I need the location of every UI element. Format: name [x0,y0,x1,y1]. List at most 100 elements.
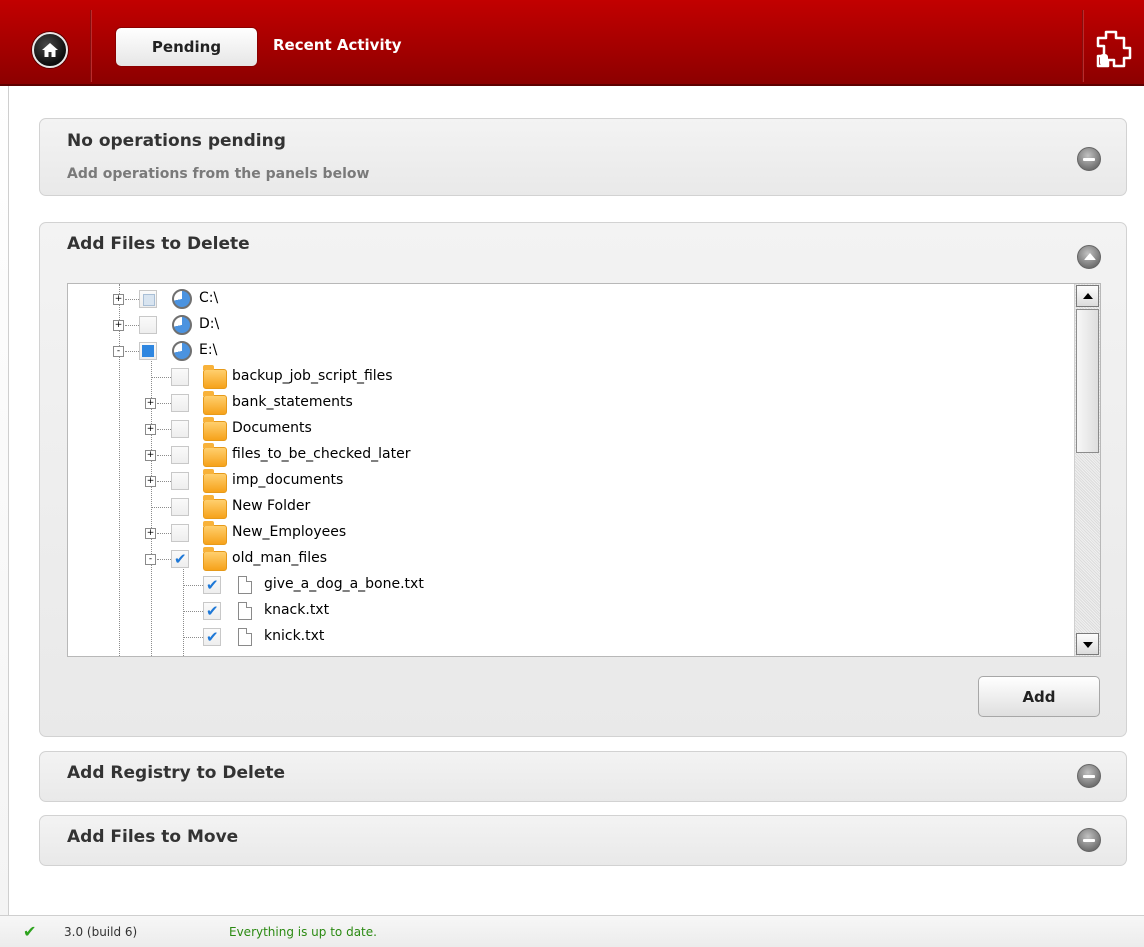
tree-connector [157,403,171,404]
tree-checkbox[interactable] [171,524,189,542]
tree-checkbox[interactable] [139,316,157,334]
folder-icon [203,495,227,519]
drive-icon [172,341,192,361]
delete-files-title: Add Files to Delete [67,234,250,254]
tree-connector [157,481,171,482]
tree-checkbox[interactable] [171,498,189,516]
tree-item[interactable]: give_a_dog_a_bone.txt [68,573,1068,599]
tree-checkbox[interactable] [171,368,189,386]
registry-title: Add Registry to Delete [67,763,286,783]
tree-connector [125,325,139,326]
toolbar-divider [90,10,92,82]
expand-toggle[interactable]: + [113,320,124,331]
tree-connector [184,585,203,586]
expand-toggle[interactable]: + [113,294,124,305]
pending-panel: No operations pending Add operations fro… [39,118,1127,196]
expand-toggle[interactable]: - [145,554,156,565]
home-icon [42,43,58,57]
expand-registry-button[interactable] [1077,764,1101,788]
tree-connector [157,429,171,430]
tree-item[interactable]: knack.txt [68,599,1068,625]
folder-icon [203,443,227,467]
file-icon [238,576,252,594]
check-icon: ✔ [23,922,37,941]
tree-item[interactable]: + bank_statements [68,391,1068,417]
folder-icon [203,391,227,415]
tree-checkbox[interactable] [139,290,157,308]
tree-item[interactable]: + D:\ [68,313,1068,339]
expand-pending-button[interactable] [1077,147,1101,171]
home-button[interactable] [32,32,68,68]
pending-title: No operations pending [67,131,286,151]
tree-label: give_a_dog_a_bone.txt [264,576,424,592]
file-tree[interactable]: + C:\ + D:\ - E:\ backup_job_script_file… [67,283,1101,657]
tab-recent-activity[interactable]: Recent Activity [273,36,402,54]
tree-item[interactable]: - E:\ [68,339,1068,365]
folder-icon [203,521,227,545]
puzzle-plugin-icon[interactable] [1094,28,1132,70]
tree-item[interactable]: + files_to_be_checked_later [68,443,1068,469]
status-bar: ✔ 3.0 (build 6) Everything is up to date… [0,915,1144,947]
scroll-down-button[interactable] [1076,633,1099,655]
top-toolbar: Pending Recent Activity [0,0,1144,86]
folder-icon [203,365,227,389]
expand-move-files-button[interactable] [1077,828,1101,852]
tree-label: backup_job_script_files [232,368,393,384]
tree-connector [152,377,171,378]
add-button[interactable]: Add [978,676,1100,717]
tree-checkbox[interactable] [203,628,221,646]
tree-label: E:\ [199,342,218,358]
tree-connector [125,351,139,352]
tree-checkbox[interactable] [203,576,221,594]
expand-toggle[interactable]: + [145,450,156,461]
expand-toggle[interactable]: + [145,398,156,409]
tree-connector [157,455,171,456]
tree-label: imp_documents [232,472,344,488]
tree-label: Documents [232,420,312,436]
expand-toggle[interactable]: - [113,346,124,357]
folder-icon [203,417,227,441]
scroll-up-button[interactable] [1076,285,1099,307]
tree-connector [157,559,171,560]
tree-item[interactable]: knick.txt [68,625,1068,651]
tree-label: New Folder [232,498,311,514]
tree-label: New_Employees [232,524,347,540]
tree-item[interactable]: + New_Employees [68,521,1068,547]
tree-checkbox[interactable] [171,420,189,438]
tree-scrollbar[interactable] [1074,284,1100,656]
tree-label: old_man_files [232,550,328,566]
tree-label: D:\ [199,316,220,332]
tree-label: knack.txt [264,602,330,618]
tree-connector [184,611,203,612]
delete-files-panel: Add Files to Delete + C:\ + D:\ - E:\ ba… [39,222,1127,737]
tree-checkbox[interactable] [171,446,189,464]
tree-checkbox[interactable] [171,394,189,412]
tree-connector [125,299,139,300]
scroll-thumb[interactable] [1076,309,1099,453]
tree-item[interactable]: + Documents [68,417,1068,443]
toolbar-divider [1082,10,1084,82]
tree-checkbox[interactable] [139,342,157,360]
expand-toggle[interactable]: + [145,528,156,539]
status-message: Everything is up to date. [229,925,377,939]
tree-item[interactable]: + C:\ [68,287,1068,313]
tree-item[interactable]: + imp_documents [68,469,1068,495]
tree-item[interactable]: - old_man_files [68,547,1068,573]
collapse-delete-files-button[interactable] [1077,245,1101,269]
tree-item[interactable]: New Folder [68,495,1068,521]
tree-checkbox[interactable] [171,472,189,490]
tree-checkbox[interactable] [203,602,221,620]
tree-label: C:\ [199,290,219,306]
tree-label: knick.txt [264,628,325,644]
tree-checkbox[interactable] [171,550,189,568]
file-icon [238,602,252,620]
drive-icon [172,315,192,335]
tree-connector [157,533,171,534]
tab-pending[interactable]: Pending [115,27,258,67]
expand-toggle[interactable]: + [145,424,156,435]
registry-panel: Add Registry to Delete [39,751,1127,802]
move-files-title: Add Files to Move [67,827,239,847]
tree-item[interactable]: backup_job_script_files [68,365,1068,391]
window-frame-left [0,86,9,915]
expand-toggle[interactable]: + [145,476,156,487]
